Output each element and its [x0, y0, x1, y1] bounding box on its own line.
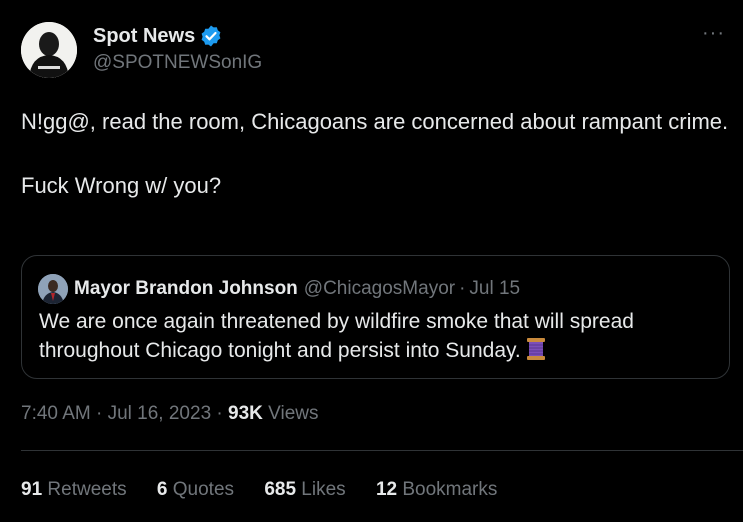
quotes-stat[interactable]: 6 Quotes — [157, 479, 234, 501]
thread-spool-icon — [525, 337, 547, 369]
verified-badge-icon[interactable] — [199, 24, 223, 48]
meta-separator: · — [211, 403, 229, 424]
quoted-author-avatar — [38, 274, 68, 304]
stat-count: 685 — [264, 479, 297, 500]
author-handle[interactable]: @SPOTNEWSonIG — [93, 52, 262, 74]
quoted-separator: · — [459, 278, 466, 299]
views-label: Views — [262, 403, 319, 424]
tweet-text-line: N!gg@, read the room, Chicagoans are con… — [21, 109, 729, 134]
quoted-tweet[interactable]: Mayor Brandon Johnson @ChicagosMayor · J… — [21, 255, 730, 379]
author-name-row: Spot News — [93, 24, 223, 48]
quoted-date: Jul 15 — [469, 278, 521, 299]
author-display-name[interactable]: Spot News — [93, 25, 195, 48]
stat-count: 12 — [375, 479, 398, 500]
stat-label: Bookmarks — [402, 479, 498, 500]
tweet-date[interactable]: Jul 16, 2023 — [108, 403, 212, 424]
stat-label: Likes — [301, 479, 346, 500]
likes-stat[interactable]: 685 Likes — [264, 479, 345, 501]
meta-separator: · — [90, 403, 108, 424]
author-avatar[interactable] — [21, 22, 77, 78]
stat-label: Quotes — [172, 479, 235, 500]
divider — [21, 450, 743, 451]
views-count: 93K — [228, 403, 263, 424]
bookmarks-stat[interactable]: 12 Bookmarks — [376, 479, 497, 501]
quoted-tweet-text: We are once again threatened by wildfire… — [39, 307, 709, 369]
stat-count: 91 — [21, 479, 43, 500]
engagement-stats: 91 Retweets 6 Quotes 685 Likes 12 Bookma… — [21, 479, 522, 501]
tweet-text: N!gg@, read the room, Chicagoans are con… — [21, 106, 733, 202]
tweet-text-line: Fuck Wrong w/ you? — [21, 173, 222, 198]
quoted-author-name: Mayor Brandon Johnson — [74, 278, 298, 299]
avatar-image — [21, 22, 77, 78]
more-options-icon[interactable]: ··· — [702, 22, 725, 45]
tweet-time[interactable]: 7:40 AM — [21, 403, 91, 424]
tweet-metadata: 7:40 AM · Jul 16, 2023 · 93K Views — [21, 403, 319, 425]
stat-label: Retweets — [47, 479, 127, 500]
retweets-stat[interactable]: 91 Retweets — [21, 479, 127, 501]
quoted-author-handle: @ChicagosMayor — [303, 278, 456, 299]
quoted-tweet-header: Mayor Brandon Johnson @ChicagosMayor · J… — [38, 274, 520, 304]
stat-count: 6 — [156, 479, 168, 500]
